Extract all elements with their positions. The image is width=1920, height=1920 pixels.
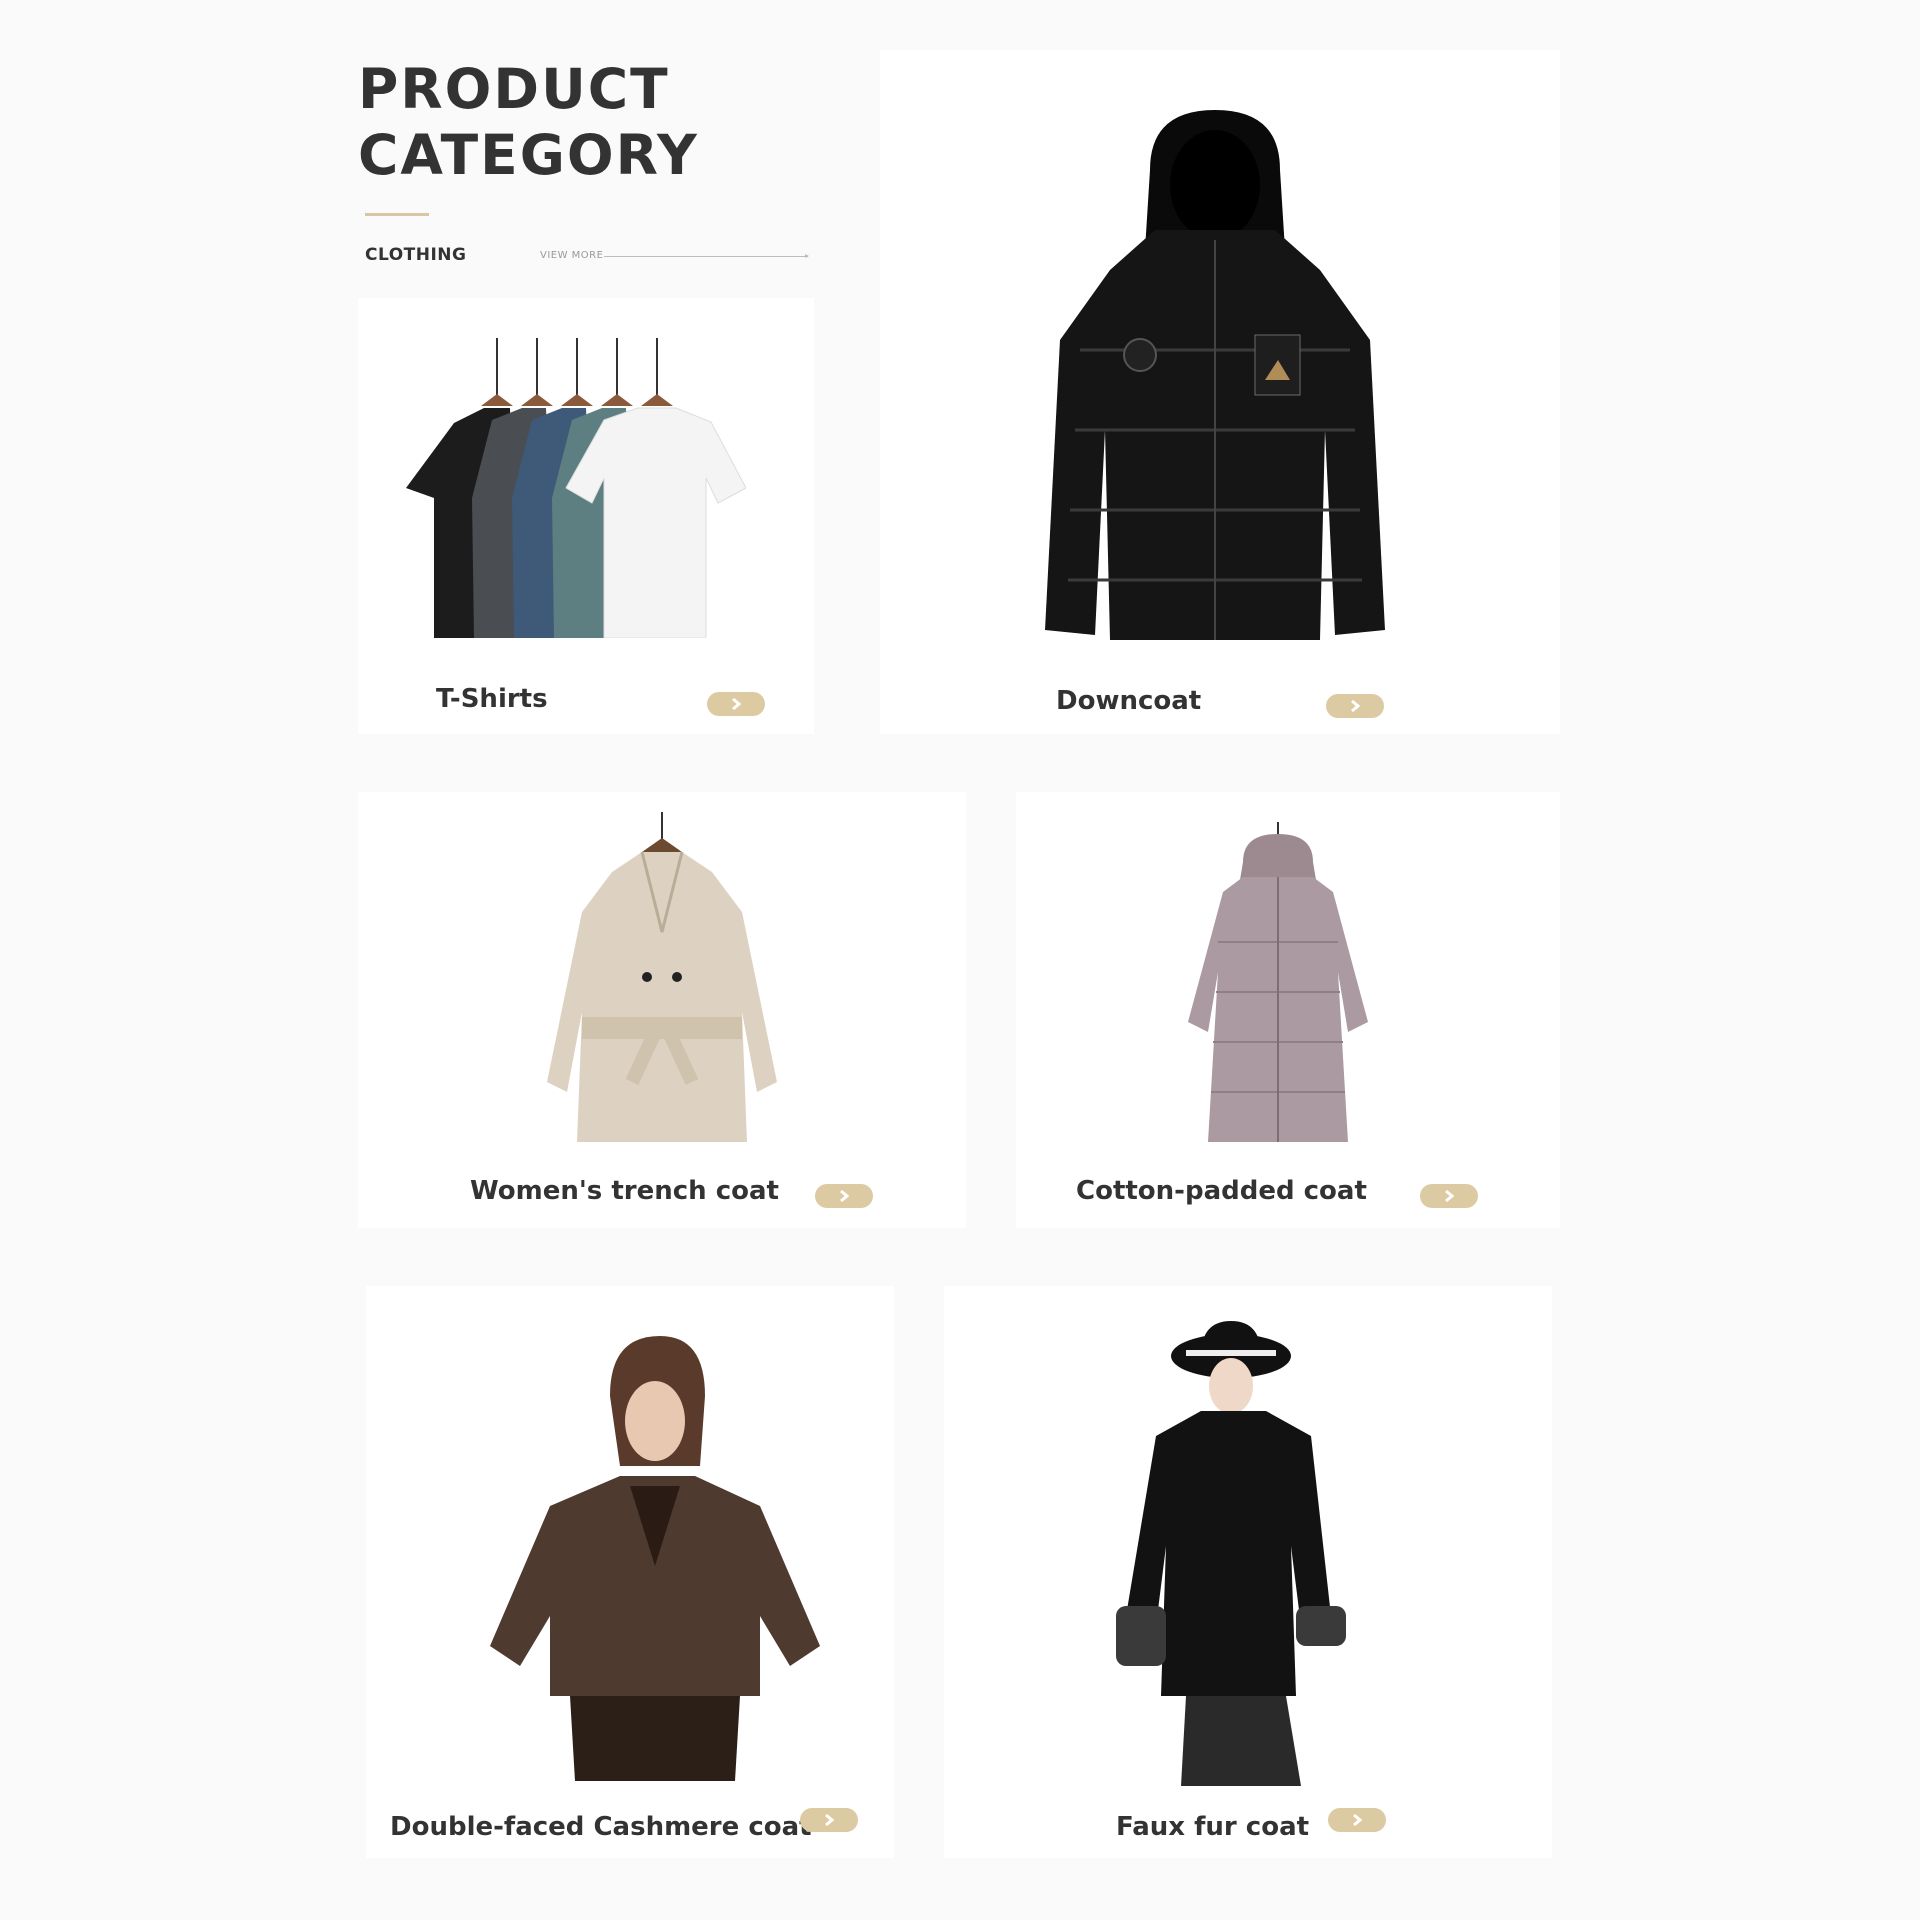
tshirts-arrow-button[interactable] — [707, 692, 765, 716]
cotton-padded-coat-arrow-button[interactable] — [1420, 1184, 1478, 1208]
chevron-right-icon — [825, 1813, 835, 1827]
faux-fur-coat-image — [1116, 1321, 1346, 1786]
title-accent-divider — [365, 213, 429, 216]
view-more-arrow-line[interactable] — [604, 254, 809, 258]
product-name-cashmere-coat: Double-faced Cashmere coat — [390, 1812, 812, 1842]
trench-coat-arrow-button[interactable] — [815, 1184, 873, 1208]
section-label-clothing: CLOTHING — [365, 245, 467, 265]
product-card-cashmere-coat[interactable]: Double-faced Cashmere coat — [366, 1286, 894, 1858]
downcoat-image — [1045, 110, 1385, 640]
view-more-link[interactable]: VIEW MORE — [540, 250, 603, 261]
chevron-right-icon — [1445, 1189, 1455, 1203]
product-name-cotton-padded-coat: Cotton-padded coat — [1076, 1176, 1367, 1206]
product-card-tshirts[interactable]: T-Shirts — [358, 298, 814, 734]
tshirts-image — [406, 338, 746, 638]
product-name-downcoat: Downcoat — [1056, 686, 1202, 716]
chevron-right-icon — [840, 1189, 850, 1203]
product-card-cotton-padded-coat[interactable]: Cotton-padded coat — [1016, 792, 1560, 1228]
product-card-trench-coat[interactable]: Women's trench coat — [358, 792, 966, 1228]
chevron-right-icon — [732, 697, 742, 711]
cashmere-coat-image — [490, 1336, 820, 1781]
chevron-right-icon — [1353, 1813, 1363, 1827]
cotton-padded-coat-image — [1188, 822, 1368, 1142]
trench-coat-image — [547, 812, 777, 1142]
cashmere-coat-arrow-button[interactable] — [800, 1808, 858, 1832]
product-name-tshirts: T-Shirts — [436, 684, 548, 714]
product-card-downcoat[interactable]: Downcoat — [880, 50, 1560, 734]
page-title-line-2: CATEGORY — [358, 123, 699, 187]
chevron-right-icon — [1351, 699, 1361, 713]
product-name-faux-fur-coat: Faux fur coat — [1116, 1812, 1310, 1842]
product-card-faux-fur-coat[interactable]: Faux fur coat — [944, 1286, 1552, 1858]
faux-fur-coat-arrow-button[interactable] — [1328, 1808, 1386, 1832]
downcoat-arrow-button[interactable] — [1326, 694, 1384, 718]
page-title-line-1: PRODUCT — [358, 57, 670, 121]
product-name-trench-coat: Women's trench coat — [470, 1176, 779, 1206]
